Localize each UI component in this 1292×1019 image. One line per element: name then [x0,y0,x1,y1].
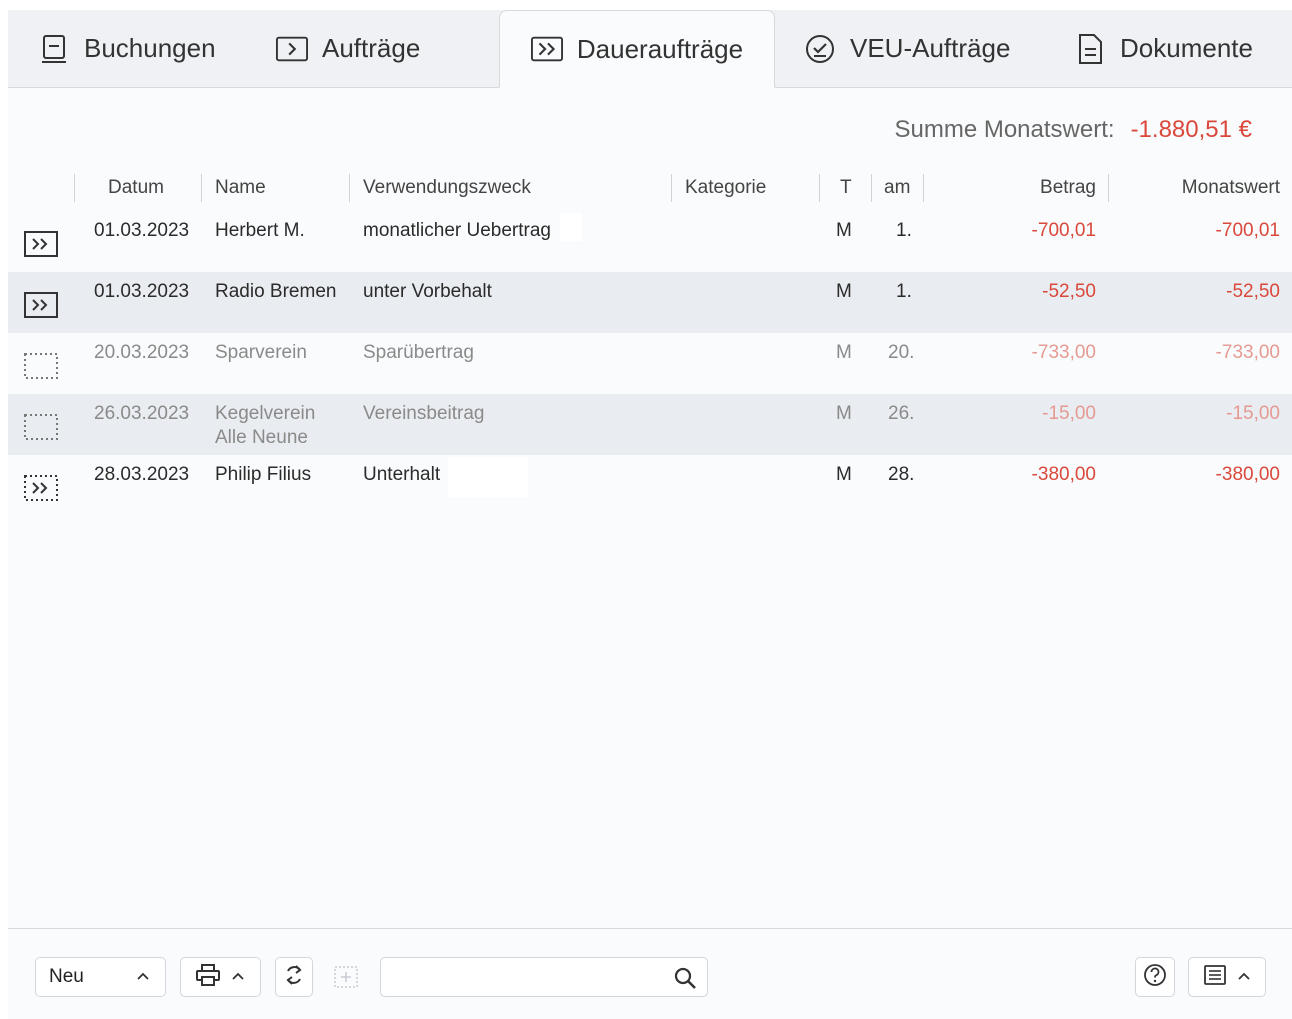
table-row[interactable]: 01.03.2023 Radio Bremen unter Vorbehalt … [8,272,1292,333]
cell-datum: 26.03.2023 [94,403,190,424]
cell-betrag: -15,00 [1042,403,1096,424]
cell-datum: 28.03.2023 [94,464,190,485]
cell-monatswert: -733,00 [1215,342,1280,363]
cell-monatswert: -380,00 [1215,464,1280,485]
cell-verwendungszweck: unter Vorbehalt [363,281,492,302]
cell-am: 28. [888,464,915,485]
cell-verwendungszweck: Sparübertrag [363,342,474,363]
table-row[interactable]: 26.03.2023 Kegelverein Alle Neune Vereins… [8,394,1292,455]
column-header-monatswert[interactable]: Monatswert [1182,172,1280,204]
double-arrow-icon [530,33,563,65]
cell-am: 1. [896,281,912,302]
standing-orders-panel: Buchungen Aufträge Daueraufträge VEU-Auf… [8,10,1292,1019]
tab-dokumente[interactable]: Dokumente [1074,10,1253,87]
cell-name: Herbert M. [215,220,305,241]
column-header-kategorie[interactable]: Kategorie [685,172,766,204]
cell-monatswert: -700,01 [1215,220,1280,241]
cell-am: 26. [888,403,915,424]
document-icon [1074,33,1106,65]
view-options-button[interactable] [1188,957,1266,997]
search-icon[interactable] [673,966,697,995]
cell-monatswert: -52,50 [1226,281,1280,302]
column-header-name[interactable]: Name [215,172,266,204]
footer-divider [8,928,1292,929]
print-button[interactable] [180,957,261,997]
single-arrow-icon [276,33,308,65]
cell-betrag: -52,50 [1042,281,1096,302]
tab-veu-auftraege[interactable]: VEU-Aufträge [804,10,1010,87]
cell-betrag: -380,00 [1031,464,1096,485]
cell-t: M [836,464,852,485]
refresh-icon [283,962,305,993]
column-header-am[interactable]: am [884,172,910,204]
cell-monatswert: -15,00 [1226,403,1280,424]
chevron-up-icon [136,968,150,986]
monthly-sum: Summe Monatswert: -1.880,51 € [894,116,1252,144]
column-header-verwendungszweck[interactable]: Verwendungszweck [363,172,531,204]
help-button[interactable] [1135,957,1175,997]
printer-icon [195,963,221,992]
cell-datum: 01.03.2023 [94,281,190,302]
redacted-area [560,213,582,241]
tab-bar: Buchungen Aufträge Daueraufträge VEU-Auf… [8,10,1292,88]
cell-verwendungszweck: Vereinsbeitrag [363,403,485,424]
cell-am: 20. [888,342,915,363]
tab-label: Dokumente [1120,33,1253,63]
cell-t: M [836,281,852,302]
table-row[interactable]: 20.03.2023 Sparverein Sparübertrag M 20.… [8,333,1292,394]
standing-order-active-icon [24,231,58,257]
tab-label: Daueraufträge [576,33,744,64]
column-header-betrag[interactable]: Betrag [1040,172,1096,204]
chevron-up-icon [231,968,245,986]
cell-am: 1. [896,220,912,241]
list-view-icon [1203,964,1227,991]
cell-verwendungszweck: Unterhalt [363,464,441,485]
column-header-t[interactable]: T [840,172,852,204]
monthly-sum-label: Summe Monatswert: [894,116,1115,143]
tab-label: Aufträge [322,33,421,63]
cell-t: M [836,403,852,424]
monthly-sum-value: -1.880,51 € [1130,116,1252,143]
help-icon [1143,963,1167,992]
search-input[interactable] [389,963,663,993]
cell-name: Radio Bremen [215,281,337,302]
table-header: Datum Name Verwendungszweck Kategorie T … [8,172,1292,206]
cell-datum: 20.03.2023 [94,342,190,363]
refresh-button[interactable] [275,957,313,997]
tab-auftraege[interactable]: Aufträge [276,10,420,87]
cell-datum: 01.03.2023 [94,220,190,241]
cell-betrag: -733,00 [1031,342,1096,363]
add-disabled-icon [334,966,358,993]
search-field[interactable] [380,957,708,997]
table-row[interactable]: 28.03.2023 Philip Filius Unterhalt M 28.… [8,455,1292,516]
standing-order-pending-icon [24,475,58,501]
cell-name: Philip Filius [215,464,312,485]
table-row[interactable]: 01.03.2023 Herbert M. monatlicher Uebert… [8,211,1292,272]
book-icon [38,33,70,65]
tab-label: VEU-Aufträge [850,33,1011,63]
cell-t: M [836,220,852,241]
tab-buchungen[interactable]: Buchungen [38,10,216,87]
standing-order-active-icon [24,292,58,318]
standing-order-inactive-icon [24,414,58,440]
column-header-datum[interactable]: Datum [108,172,164,204]
chevron-up-icon [1237,968,1251,986]
tab-dauerauftraege[interactable]: Daueraufträge [499,10,775,88]
cell-t: M [836,342,852,363]
redacted-area [448,457,528,497]
cell-name: Kegelverein Alle Neune [215,403,316,448]
check-circle-icon [804,33,836,65]
new-button-label: Neu [49,966,84,987]
new-button[interactable]: Neu [35,957,166,997]
cell-betrag: -700,01 [1031,220,1096,241]
standing-order-inactive-icon [24,353,58,379]
cell-name: Sparverein [215,342,307,363]
cell-verwendungszweck: monatlicher Uebertrag [363,220,551,241]
tab-label: Buchungen [84,33,216,63]
